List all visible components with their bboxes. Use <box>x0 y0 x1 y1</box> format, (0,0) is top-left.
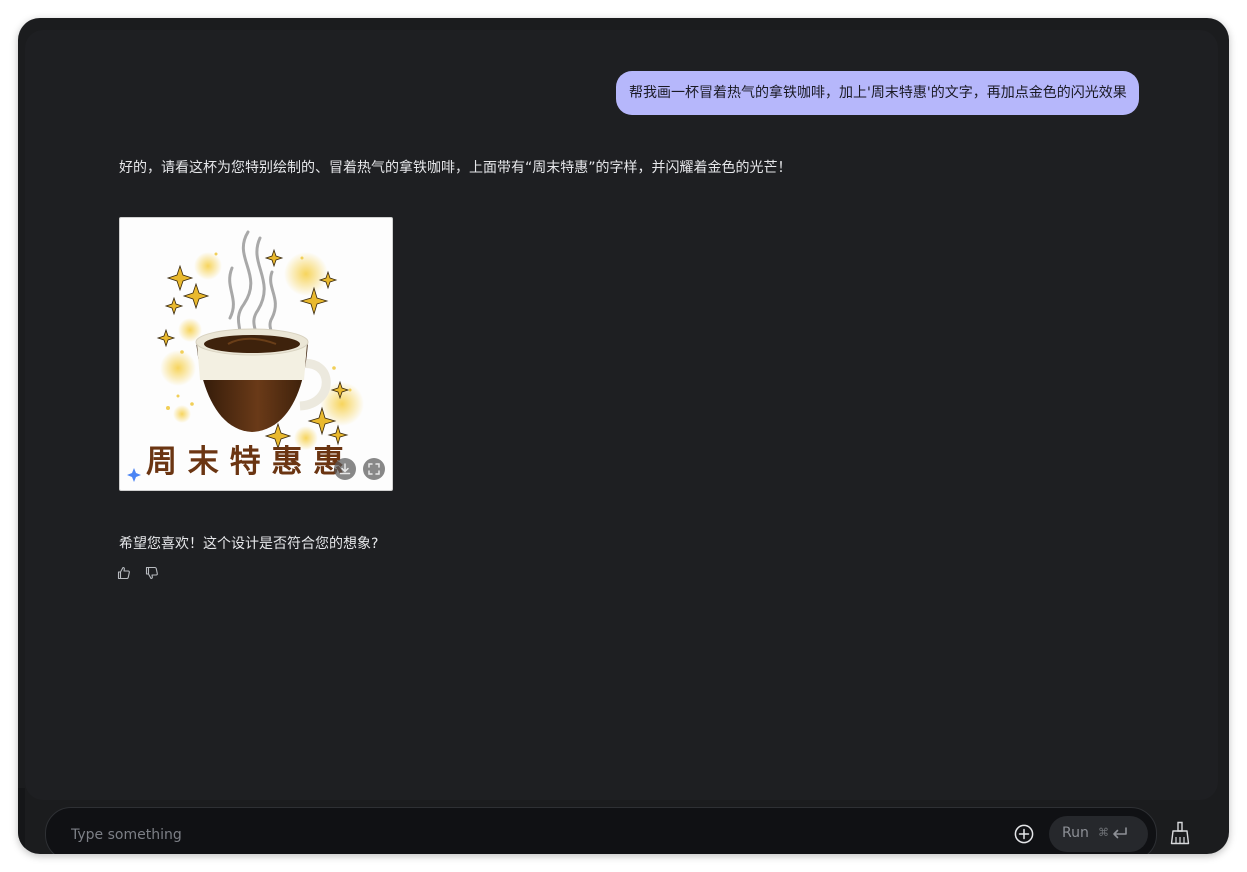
fullscreen-image-button[interactable] <box>363 458 385 480</box>
run-button-label: Run <box>1062 825 1089 841</box>
thumbs-down-icon[interactable] <box>144 565 160 581</box>
composer-bar: Run ⌘ <box>45 807 1157 854</box>
window-edge <box>18 788 25 854</box>
latte-illustration: 周 末 特 惠 惠 <box>127 230 364 482</box>
prompt-input[interactable] <box>69 822 973 848</box>
command-key-hint: ⌘ <box>1098 826 1109 839</box>
assistant-followup-text: 希望您喜欢！这个设计是否符合您的想象? <box>119 536 379 552</box>
enter-key-icon <box>1113 827 1127 839</box>
fullscreen-icon <box>368 463 380 475</box>
generated-image[interactable]: 周 末 特 惠 惠 <box>119 217 393 491</box>
app-window: 帮我画一杯冒着热气的拿铁咖啡，加上'周末特惠'的文字，再加点金色的闪光效果 好的… <box>18 18 1229 854</box>
plus-circle-icon[interactable] <box>1014 824 1034 844</box>
chat-panel: 帮我画一杯冒着热气的拿铁咖啡，加上'周末特惠'的文字，再加点金色的闪光效果 好的… <box>25 30 1218 800</box>
user-message-bubble: 帮我画一杯冒着热气的拿铁咖啡，加上'周末特惠'的文字，再加点金色的闪光效果 <box>616 71 1139 115</box>
image-caption: 周 末 特 惠 惠 <box>146 444 344 480</box>
broom-icon[interactable] <box>1169 821 1191 845</box>
sparkle-badge-icon <box>127 468 141 482</box>
thumbs-up-icon[interactable] <box>116 565 132 581</box>
download-icon <box>339 463 351 475</box>
assistant-reply-text: 好的，请看这杯为您特别绘制的、冒着热气的拿铁咖啡，上面带有“周末特惠”的字样，并… <box>119 160 792 176</box>
download-image-button[interactable] <box>334 458 356 480</box>
run-button[interactable]: Run ⌘ <box>1049 816 1148 852</box>
